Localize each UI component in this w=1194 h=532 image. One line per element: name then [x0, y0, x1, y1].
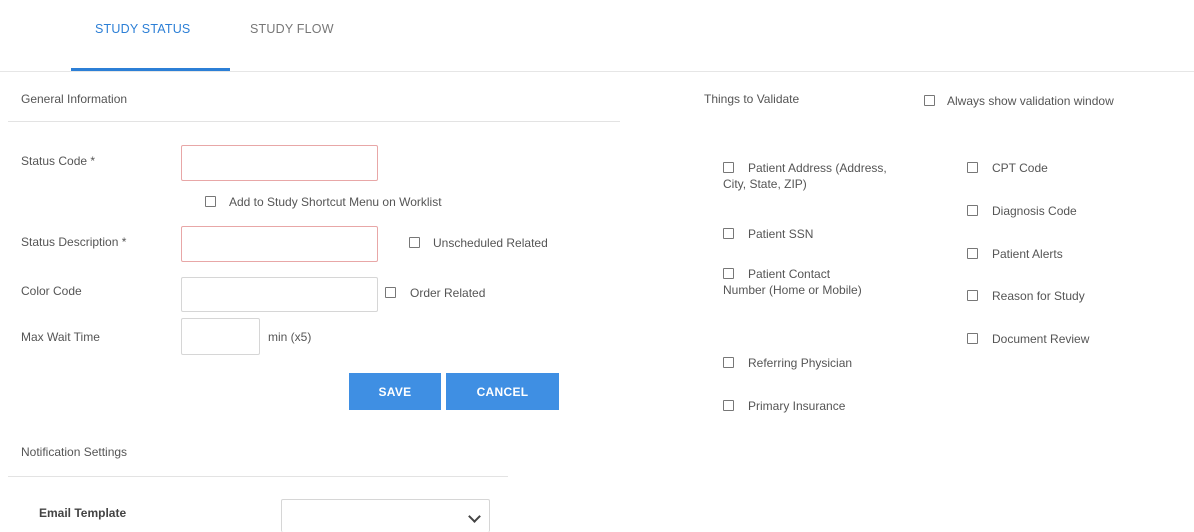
validate-document-review-checkbox[interactable]	[967, 333, 978, 344]
validate-patient-address-label: Patient Address (Address, City, State, Z…	[723, 161, 887, 191]
add-shortcut-label: Add to Study Shortcut Menu on Worklist	[229, 195, 442, 209]
things-to-validate-heading: Things to Validate	[704, 92, 800, 106]
max-wait-time-unit: min (x5)	[268, 330, 312, 344]
validate-patient-alerts-checkbox[interactable]	[967, 248, 978, 259]
save-button[interactable]: SAVE	[349, 373, 441, 410]
tab-study-flow[interactable]: STUDY FLOW	[250, 22, 334, 36]
validate-patient-alerts-label: Patient Alerts	[992, 247, 1063, 261]
color-code-input[interactable]	[181, 277, 378, 312]
validate-patient-ssn-checkbox[interactable]	[723, 228, 734, 239]
status-code-input[interactable]	[181, 145, 378, 181]
status-description-label: Status Description *	[21, 235, 127, 249]
notification-settings-divider	[8, 476, 508, 477]
validate-cpt-code-label: CPT Code	[992, 161, 1048, 175]
tab-bar-divider	[0, 71, 1194, 72]
max-wait-time-input[interactable]	[181, 318, 260, 355]
validate-diagnosis-code-label: Diagnosis Code	[992, 204, 1077, 218]
status-description-input[interactable]	[181, 226, 378, 262]
email-template-select[interactable]	[281, 499, 490, 532]
general-information-divider	[8, 121, 620, 122]
status-code-label: Status Code *	[21, 154, 96, 168]
general-information-heading: General Information	[21, 92, 128, 106]
chevron-down-icon	[468, 510, 481, 523]
validate-cpt-code-checkbox[interactable]	[967, 162, 978, 173]
add-shortcut-checkbox[interactable]	[205, 196, 216, 207]
notification-settings-heading: Notification Settings	[21, 445, 128, 459]
unscheduled-related-label: Unscheduled Related	[433, 236, 548, 250]
tab-study-status[interactable]: STUDY STATUS	[95, 22, 190, 36]
validate-patient-ssn-label: Patient SSN	[748, 227, 814, 241]
validate-patient-contact-label: Patient Contact Number (Home or Mobile)	[723, 267, 862, 297]
unscheduled-related-checkbox[interactable]	[409, 237, 420, 248]
max-wait-time-label: Max Wait Time	[21, 330, 100, 344]
validate-primary-insurance-label: Primary Insurance	[748, 399, 846, 413]
validate-referring-physician-label: Referring Physician	[748, 356, 853, 370]
email-template-label: Email Template	[39, 506, 127, 520]
validate-diagnosis-code-checkbox[interactable]	[967, 205, 978, 216]
order-related-label: Order Related	[410, 286, 486, 300]
validate-reason-for-study-checkbox[interactable]	[967, 290, 978, 301]
order-related-checkbox[interactable]	[385, 287, 396, 298]
validate-referring-physician-checkbox[interactable]	[723, 357, 734, 368]
cancel-button[interactable]: CANCEL	[446, 373, 559, 410]
always-show-validation-label: Always show validation window	[947, 94, 1114, 108]
validate-document-review-label: Document Review	[992, 332, 1090, 346]
color-code-label: Color Code	[21, 284, 82, 298]
validate-reason-for-study-label: Reason for Study	[992, 289, 1085, 303]
validate-primary-insurance-checkbox[interactable]	[723, 400, 734, 411]
always-show-validation-checkbox[interactable]	[924, 95, 935, 106]
